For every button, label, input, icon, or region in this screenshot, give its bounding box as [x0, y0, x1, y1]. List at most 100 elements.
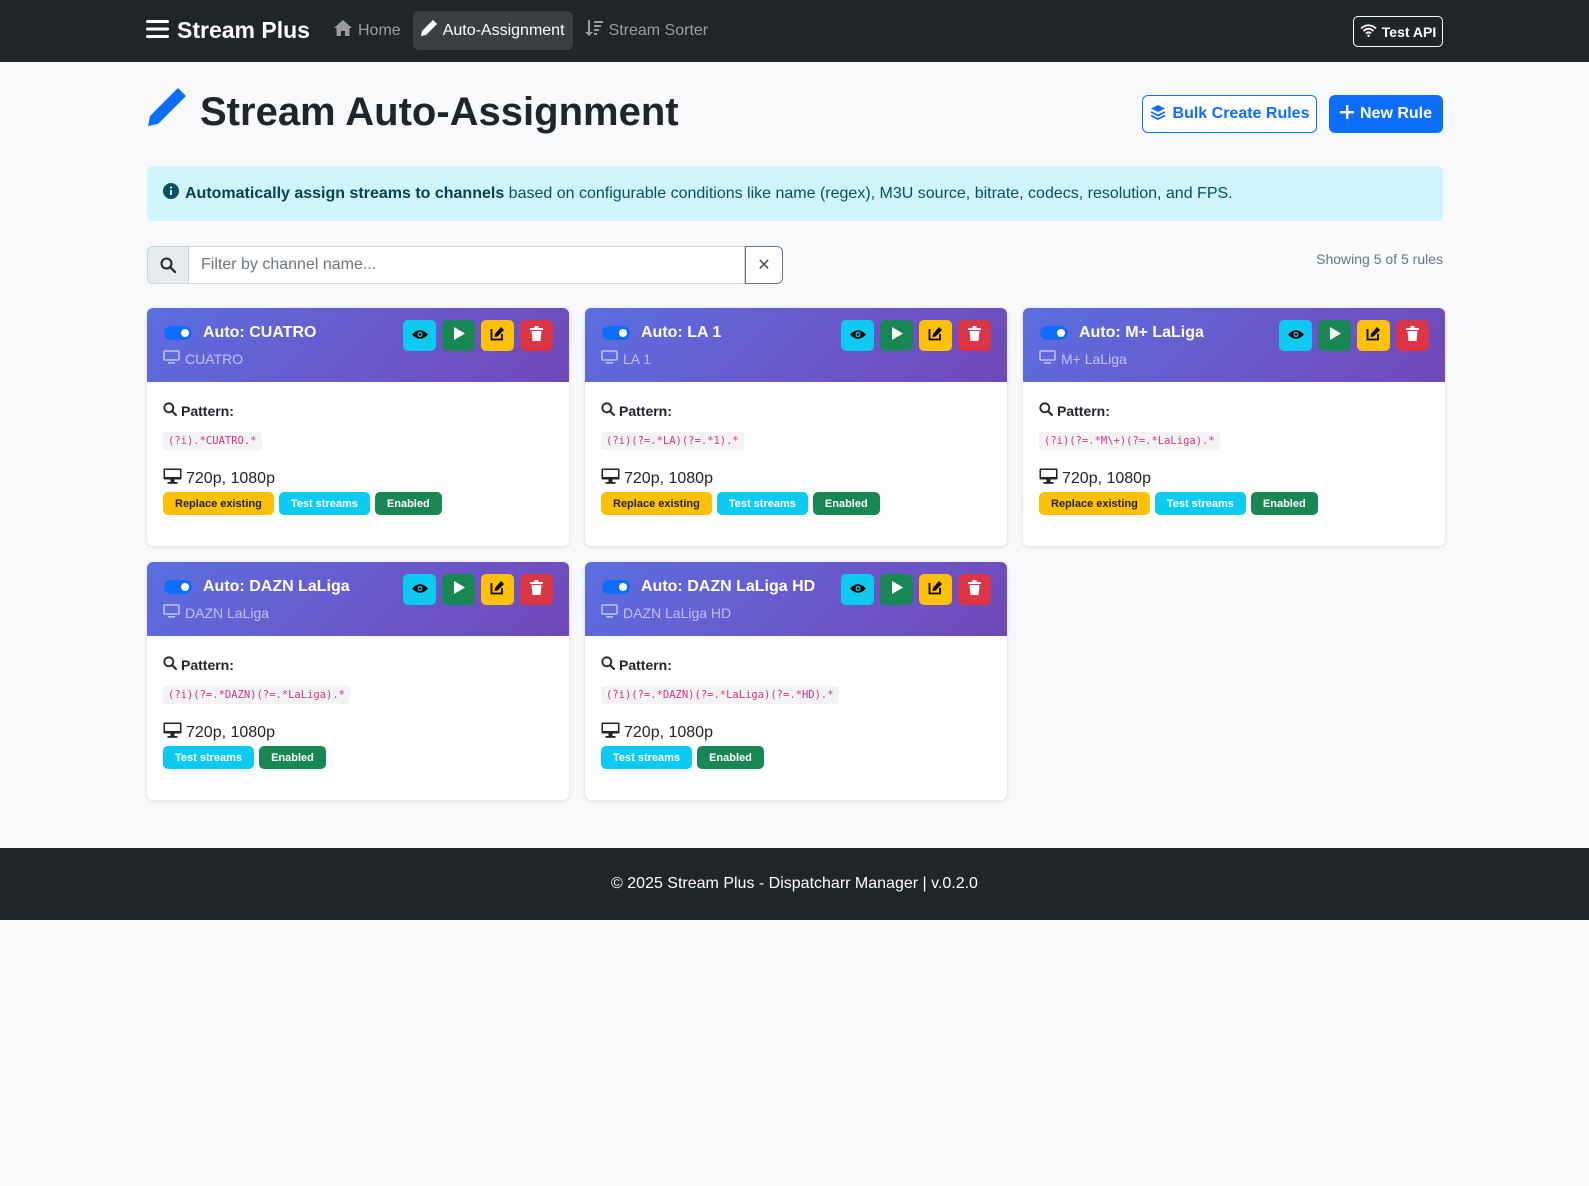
rule-toggle[interactable] — [602, 580, 630, 594]
rule-name: Auto: LA 1 — [641, 324, 722, 341]
new-rule-button[interactable]: New Rule — [1329, 95, 1443, 133]
rule-card-header: Auto: CUATRO CUATRO — [147, 308, 569, 382]
tv-icon — [163, 604, 180, 621]
view-button[interactable] — [1279, 320, 1312, 351]
rule-channel-name: LA 1 — [623, 350, 652, 367]
nav-stream-sorter-label: Stream Sorter — [608, 21, 709, 39]
pattern-value: (?i)(?=.*LA)(?=.*1).* — [601, 432, 744, 450]
resolution-value: 720p, 1080p — [624, 723, 713, 741]
monitor-icon — [601, 468, 620, 489]
eye-icon — [411, 581, 428, 599]
eye-icon — [849, 581, 866, 599]
enabled-badge: Enabled — [812, 492, 880, 515]
rule-toggle[interactable] — [164, 580, 192, 594]
eye-icon — [849, 327, 866, 345]
rule-toggle[interactable] — [164, 326, 192, 340]
run-button[interactable] — [442, 574, 475, 605]
nav-stream-sorter[interactable]: Stream Sorter — [577, 11, 717, 50]
rule-name: Auto: DAZN LaLiga — [203, 578, 350, 595]
pattern-label: Pattern: — [163, 402, 234, 419]
pattern-label-text: Pattern: — [1057, 402, 1110, 419]
edit-icon — [490, 326, 505, 346]
brand[interactable]: Stream Plus — [146, 17, 310, 44]
badges: Replace existing Test streams Enabled — [163, 492, 442, 515]
pattern-label-text: Pattern: — [619, 402, 672, 419]
tv-icon — [601, 350, 618, 367]
nav-home[interactable]: Home — [326, 11, 409, 50]
badges: Test streams Enabled — [601, 746, 764, 769]
view-button[interactable] — [841, 574, 874, 605]
rule-name: Auto: DAZN LaLiga HD — [641, 578, 816, 595]
rule-actions — [841, 574, 991, 605]
delete-button[interactable] — [958, 320, 991, 351]
run-button[interactable] — [1318, 320, 1351, 351]
delete-button[interactable] — [958, 574, 991, 605]
run-button[interactable] — [442, 320, 475, 351]
pattern-value: (?i).*CUATRO.* — [163, 432, 262, 450]
delete-button[interactable] — [520, 320, 553, 351]
search-icon — [147, 246, 188, 284]
rule-card-header: Auto: DAZN LaLiga HD DAZN LaLiga HD — [585, 562, 1007, 636]
delete-button[interactable] — [1396, 320, 1429, 351]
rule-card: Auto: CUATRO CUATRO Pattern: (?i).*CUATR… — [147, 308, 569, 546]
rule-channel-name: DAZN LaLiga — [185, 604, 270, 621]
edit-icon — [490, 580, 505, 600]
alert-text: Automatically assign streams to channels… — [185, 185, 1233, 203]
rule-channel-name: DAZN LaLiga HD — [623, 604, 732, 621]
page-title-text: Stream Auto-Assignment — [200, 89, 679, 134]
page-title: Stream Auto-Assignment — [146, 86, 679, 138]
resolution: 720p, 1080p — [163, 722, 275, 743]
delete-button[interactable] — [520, 574, 553, 605]
edit-button[interactable] — [1357, 320, 1390, 351]
edit-button[interactable] — [481, 574, 514, 605]
nav-auto-assignment[interactable]: Auto-Assignment — [412, 11, 573, 50]
monitor-icon — [601, 722, 620, 743]
test-streams-badge: Test streams — [716, 492, 808, 515]
close-icon: ✕ — [757, 257, 771, 274]
search-icon — [1039, 402, 1053, 419]
pattern-label-text: Pattern: — [181, 656, 234, 673]
badges: Replace existing Test streams Enabled — [601, 492, 880, 515]
search-icon — [163, 656, 177, 673]
search-icon — [163, 402, 177, 419]
nav-links: Home Auto-Assignment Stream Sorter — [326, 11, 716, 50]
rule-toggle[interactable] — [1040, 326, 1068, 340]
run-button[interactable] — [880, 574, 913, 605]
home-icon — [334, 20, 352, 41]
footer: © 2025 Stream Plus - Dispatcharr Manager… — [0, 848, 1589, 920]
rule-card: Auto: LA 1 LA 1 Pattern: (?i)(?=.*LA)(?=… — [585, 308, 1007, 546]
nav-home-label: Home — [358, 21, 401, 39]
play-icon — [891, 580, 903, 599]
resolution: 720p, 1080p — [601, 722, 713, 743]
test-api-button[interactable]: Test API — [1353, 16, 1443, 47]
eye-icon — [411, 327, 428, 345]
edit-button[interactable] — [919, 320, 952, 351]
view-button[interactable] — [403, 320, 436, 351]
layers-icon — [1150, 104, 1166, 125]
view-button[interactable] — [403, 574, 436, 605]
navbar: Stream Plus Home Auto-Assignment Stream … — [0, 0, 1589, 62]
edit-button[interactable] — [481, 320, 514, 351]
resolution-value: 720p, 1080p — [186, 723, 275, 741]
rule-channel: LA 1 — [601, 350, 651, 367]
edit-button[interactable] — [919, 574, 952, 605]
pattern-value: (?i)(?=.*M\+)(?=.*LaLiga).* — [1039, 432, 1220, 450]
pattern-value: (?i)(?=.*DAZN)(?=.*LaLiga)(?=.*HD).* — [601, 686, 839, 704]
filter-input[interactable] — [188, 246, 745, 284]
clear-filter-button[interactable]: ✕ — [745, 246, 783, 284]
rule-channel-name: M+ LaLiga — [1061, 350, 1127, 367]
rule-channel: DAZN LaLiga HD — [601, 604, 731, 621]
bulk-create-rules-button[interactable]: Bulk Create Rules — [1142, 95, 1317, 133]
rule-channel: M+ LaLiga — [1039, 350, 1127, 367]
rule-toggle[interactable] — [602, 326, 630, 340]
resolution: 720p, 1080p — [1039, 468, 1151, 489]
run-button[interactable] — [880, 320, 913, 351]
play-icon — [891, 326, 903, 345]
nav-auto-assignment-label: Auto-Assignment — [442, 21, 565, 39]
pattern-label: Pattern: — [1039, 402, 1110, 419]
resolution: 720p, 1080p — [601, 468, 713, 489]
sort-icon — [584, 20, 603, 41]
rule-card-header: Auto: M+ LaLiga M+ LaLiga — [1023, 308, 1445, 382]
view-button[interactable] — [841, 320, 874, 351]
trash-icon — [968, 579, 981, 600]
